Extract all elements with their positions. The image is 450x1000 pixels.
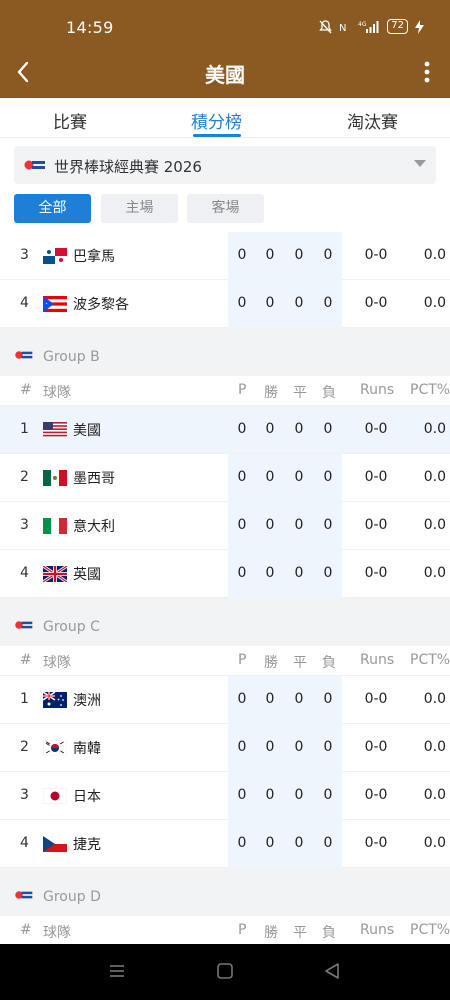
page-title: 美國 [205, 63, 245, 87]
league-name: 世界棒球經典賽 2026 [54, 158, 202, 176]
team-name: 英國 [73, 567, 101, 583]
filter-home-button[interactable]: 主場 [101, 194, 178, 223]
mute-notification-icon [319, 19, 333, 33]
back-nav-icon[interactable] [323, 962, 341, 980]
wbc-logo-icon [24, 160, 45, 170]
wbc-logo-icon [15, 351, 33, 359]
column-header: # 球隊 P 勝 平 負 Runs PCT% [0, 646, 450, 676]
svg-text:N: N [339, 23, 346, 34]
tab-standings[interactable]: 積分榜 [191, 108, 242, 133]
home-icon[interactable] [216, 962, 234, 980]
chevron-down-icon [414, 160, 426, 167]
team-name: 日本 [73, 789, 101, 805]
team-name: 波多黎各 [73, 297, 129, 313]
more-options-icon[interactable] [418, 58, 436, 86]
battery-icon: 72 [387, 19, 408, 34]
group-name: Group B [43, 349, 100, 365]
panama-flag-icon [43, 248, 67, 264]
puerto-rico-flag-icon [43, 296, 67, 312]
table-row[interactable]: 2 南韓 0 0 0 0 0-0 0.0 [0, 724, 450, 772]
active-tab-indicator [193, 134, 241, 137]
group-name: Group D [43, 889, 101, 905]
table-row[interactable]: 4 英國 0 0 0 0 0-0 0.0 [0, 550, 450, 598]
column-header: # 球隊 P 勝 平 負 Runs PCT% [0, 916, 450, 944]
team-name: 澳洲 [73, 693, 101, 709]
table-row[interactable]: 2 墨西哥 0 0 0 0 0-0 0.0 [0, 454, 450, 502]
filter-away-button[interactable]: 客場 [187, 194, 264, 223]
tab-knockout[interactable]: 淘汰賽 [347, 108, 398, 133]
team-name: 捷克 [73, 837, 101, 853]
table-row[interactable]: 3 巴拿馬 0 0 0 0 0-0 0.0 [0, 232, 450, 280]
mexico-flag-icon [43, 470, 67, 486]
signal-icon: 4G [358, 20, 379, 33]
uk-flag-icon [43, 566, 67, 582]
south-korea-flag-icon [43, 740, 67, 756]
team-name: 南韓 [73, 741, 101, 757]
czech-flag-icon [43, 836, 67, 852]
japan-flag-icon [43, 788, 67, 804]
charging-icon [415, 19, 424, 34]
status-bar: 14:59 N 4G 72 [0, 0, 450, 56]
status-icons: N 4G 72 [319, 19, 424, 34]
wbc-logo-icon [15, 621, 33, 629]
standings-list[interactable]: 3 巴拿馬 0 0 0 0 0-0 0.0 4 波多黎各 0 0 0 0 0-0… [0, 232, 450, 944]
table-row[interactable]: 4 波多黎各 0 0 0 0 0-0 0.0 [0, 280, 450, 328]
recent-apps-icon[interactable] [108, 962, 126, 980]
team-name: 巴拿馬 [73, 249, 115, 265]
filter-all-button[interactable]: 全部 [14, 194, 91, 223]
app-header: 14:59 N 4G 72 美國 [0, 0, 450, 98]
column-header: # 球隊 P 勝 平 負 Runs PCT% [0, 376, 450, 406]
group-name: Group C [43, 619, 100, 635]
tab-bar: 比賽 積分榜 淘汰賽 [0, 98, 450, 138]
table-row[interactable]: 3 日本 0 0 0 0 0-0 0.0 [0, 772, 450, 820]
usa-flag-icon [43, 422, 67, 438]
team-name: 美國 [73, 423, 101, 439]
group-header: Group D [0, 868, 450, 916]
svg-text:4G: 4G [358, 21, 367, 28]
table-row[interactable]: 1 澳洲 0 0 0 0 0-0 0.0 [0, 676, 450, 724]
team-name: 意大利 [73, 519, 115, 535]
system-nav-bar [0, 944, 450, 1000]
team-name: 墨西哥 [73, 471, 115, 487]
group-header: Group B [0, 328, 450, 376]
table-row-selected[interactable]: 1 美國 0 0 0 0 0-0 0.0 [0, 406, 450, 454]
tab-matches[interactable]: 比賽 [53, 108, 87, 133]
league-select[interactable]: 世界棒球經典賽 2026 [14, 146, 436, 184]
status-time: 14:59 [66, 18, 114, 37]
wbc-logo-icon [15, 891, 33, 899]
table-row[interactable]: 4 捷克 0 0 0 0 0-0 0.0 [0, 820, 450, 868]
table-row[interactable]: 3 意大利 0 0 0 0 0-0 0.0 [0, 502, 450, 550]
australia-flag-icon [43, 692, 67, 708]
italy-flag-icon [43, 518, 67, 534]
network-icon: N [339, 23, 346, 34]
group-header: Group C [0, 598, 450, 646]
